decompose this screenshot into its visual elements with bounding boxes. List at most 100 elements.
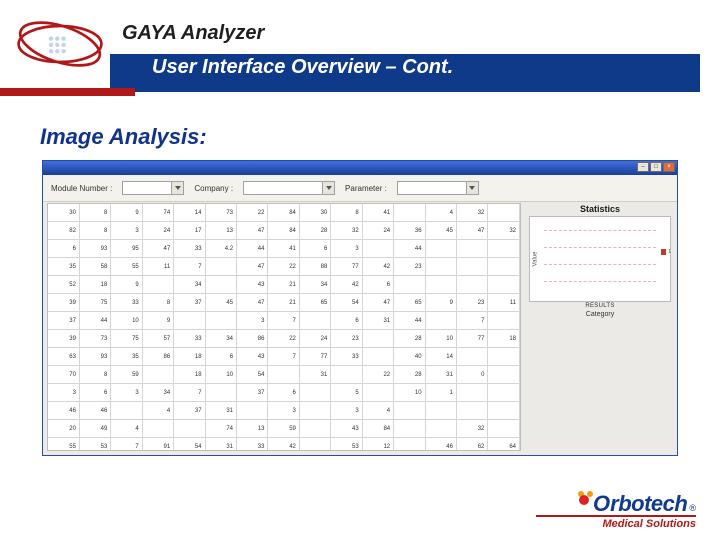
table-cell[interactable]: 77 — [331, 258, 362, 276]
table-cell[interactable]: 9 — [111, 204, 142, 222]
table-cell[interactable] — [331, 366, 362, 384]
table-cell[interactable]: 35 — [111, 348, 142, 366]
table-cell[interactable]: 53 — [331, 438, 362, 452]
table-cell[interactable] — [488, 366, 520, 384]
table-cell[interactable] — [488, 312, 520, 330]
table-cell[interactable]: 7 — [174, 258, 205, 276]
table-cell[interactable]: 42 — [268, 438, 299, 452]
data-grid[interactable]: 3089741473228430841432828324171347842832… — [48, 204, 520, 451]
table-cell[interactable]: 77 — [299, 348, 330, 366]
table-cell[interactable] — [488, 276, 520, 294]
window-close-button[interactable]: × — [663, 162, 675, 172]
table-cell[interactable]: 18 — [79, 276, 110, 294]
table-cell[interactable]: 35 — [48, 258, 79, 276]
table-cell[interactable] — [488, 348, 520, 366]
table-cell[interactable] — [362, 348, 393, 366]
table-cell[interactable]: 88 — [299, 258, 330, 276]
table-cell[interactable]: 53 — [79, 438, 110, 452]
table-cell[interactable]: 9 — [111, 276, 142, 294]
table-cell[interactable]: 11 — [488, 294, 520, 312]
table-cell[interactable]: 24 — [142, 222, 173, 240]
table-cell[interactable]: 93 — [79, 348, 110, 366]
table-cell[interactable]: 33 — [331, 348, 362, 366]
table-cell[interactable]: 14 — [425, 348, 456, 366]
table-cell[interactable]: 33 — [237, 438, 268, 452]
table-cell[interactable]: 91 — [142, 438, 173, 452]
table-cell[interactable]: 47 — [362, 294, 393, 312]
chevron-down-icon[interactable] — [171, 182, 183, 194]
table-cell[interactable]: 30 — [299, 204, 330, 222]
table-cell[interactable]: 34 — [205, 330, 236, 348]
table-cell[interactable] — [237, 402, 268, 420]
table-cell[interactable]: 84 — [362, 420, 393, 438]
table-cell[interactable]: 73 — [205, 204, 236, 222]
table-cell[interactable] — [299, 384, 330, 402]
table-cell[interactable]: 31 — [205, 438, 236, 452]
table-cell[interactable]: 10 — [425, 330, 456, 348]
table-cell[interactable]: 28 — [394, 366, 425, 384]
table-cell[interactable]: 54 — [237, 366, 268, 384]
table-cell[interactable]: 34 — [142, 384, 173, 402]
table-cell[interactable] — [456, 276, 487, 294]
table-cell[interactable]: 8 — [331, 204, 362, 222]
table-cell[interactable]: 63 — [48, 348, 79, 366]
table-cell[interactable]: 74 — [142, 204, 173, 222]
table-cell[interactable]: 34 — [299, 276, 330, 294]
table-cell[interactable]: 62 — [456, 438, 487, 452]
table-cell[interactable]: 43 — [237, 348, 268, 366]
window-minimize-button[interactable]: – — [637, 162, 649, 172]
table-cell[interactable]: 7 — [111, 438, 142, 452]
table-cell[interactable]: 8 — [79, 366, 110, 384]
table-cell[interactable]: 46 — [425, 438, 456, 452]
table-cell[interactable]: 47 — [237, 258, 268, 276]
table-cell[interactable] — [394, 438, 425, 452]
table-cell[interactable]: 13 — [237, 420, 268, 438]
table-cell[interactable]: 84 — [268, 222, 299, 240]
table-cell[interactable]: 52 — [48, 276, 79, 294]
table-cell[interactable]: 46 — [79, 402, 110, 420]
table-cell[interactable]: 13 — [205, 222, 236, 240]
table-cell[interactable] — [142, 420, 173, 438]
table-cell[interactable] — [394, 276, 425, 294]
table-cell[interactable]: 73 — [79, 330, 110, 348]
table-cell[interactable] — [488, 240, 520, 258]
table-cell[interactable]: 6 — [205, 348, 236, 366]
table-cell[interactable]: 84 — [268, 204, 299, 222]
table-cell[interactable]: 77 — [456, 330, 487, 348]
table-cell[interactable] — [362, 240, 393, 258]
table-cell[interactable]: 42 — [331, 276, 362, 294]
table-cell[interactable]: 70 — [48, 366, 79, 384]
table-cell[interactable]: 28 — [299, 222, 330, 240]
table-cell[interactable] — [142, 366, 173, 384]
table-cell[interactable]: 0 — [456, 366, 487, 384]
table-cell[interactable]: 37 — [237, 384, 268, 402]
table-cell[interactable]: 30 — [48, 204, 79, 222]
table-cell[interactable]: 4 — [362, 402, 393, 420]
table-cell[interactable] — [394, 402, 425, 420]
table-cell[interactable]: 4.2 — [205, 240, 236, 258]
table-cell[interactable] — [268, 366, 299, 384]
table-cell[interactable]: 95 — [111, 240, 142, 258]
table-cell[interactable]: 3 — [331, 402, 362, 420]
module-number-dropdown[interactable] — [122, 181, 184, 195]
table-cell[interactable] — [488, 402, 520, 420]
table-cell[interactable]: 55 — [48, 438, 79, 452]
table-cell[interactable]: 33 — [174, 240, 205, 258]
table-cell[interactable]: 41 — [362, 204, 393, 222]
chevron-down-icon[interactable] — [466, 182, 478, 194]
company-dropdown[interactable] — [243, 181, 335, 195]
window-titlebar[interactable]: – □ × — [43, 161, 677, 175]
table-cell[interactable]: 49 — [79, 420, 110, 438]
table-cell[interactable] — [425, 276, 456, 294]
table-cell[interactable]: 18 — [174, 366, 205, 384]
table-cell[interactable]: 44 — [79, 312, 110, 330]
table-cell[interactable]: 28 — [394, 330, 425, 348]
table-cell[interactable]: 8 — [79, 204, 110, 222]
table-cell[interactable]: 64 — [488, 438, 520, 452]
table-cell[interactable] — [111, 402, 142, 420]
table-cell[interactable] — [362, 330, 393, 348]
table-cell[interactable]: 10 — [111, 312, 142, 330]
table-cell[interactable]: 17 — [174, 222, 205, 240]
table-cell[interactable]: 40 — [394, 348, 425, 366]
table-cell[interactable]: 9 — [425, 294, 456, 312]
